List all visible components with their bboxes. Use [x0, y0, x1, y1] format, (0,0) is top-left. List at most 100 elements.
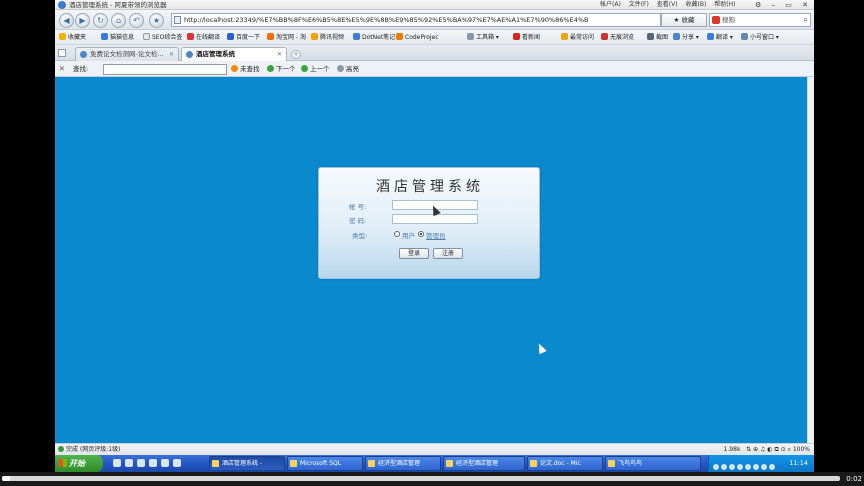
maximize-button[interactable]: ▭ [785, 1, 792, 9]
most-visited-button[interactable]: 最常访问 [561, 30, 594, 45]
login-button[interactable]: 登录 [399, 248, 429, 259]
undo-close-icon[interactable]: ↶ [129, 13, 144, 28]
star-icon[interactable]: ★ [149, 13, 164, 28]
address-bar[interactable]: http://localhost:23349/%E7%BB%8F%E6%B5%8… [171, 13, 661, 27]
share-button[interactable]: 分享 ▾ [673, 30, 699, 45]
tray-icon[interactable] [769, 464, 775, 470]
admin-radio[interactable] [418, 231, 424, 237]
screenshot-button[interactable]: 截图 [647, 30, 668, 45]
translate-icon [707, 33, 714, 40]
register-button[interactable]: 注册 [433, 248, 463, 259]
tab-favicon-icon [186, 51, 193, 58]
tab-paper-check[interactable]: 免费论文检测网-论文检... ✕ [75, 47, 179, 61]
quicklaunch-icon[interactable] [149, 459, 157, 467]
menu-view[interactable]: 查看(V) [657, 1, 678, 8]
navigation-bar: ◀ ▶ ↻ ⌂ ↶ ★ http://localhost:23349/%E7%B… [55, 10, 814, 30]
clock[interactable]: 11:14 [789, 459, 808, 467]
bookmark-item[interactable]: CodeProjec [396, 30, 439, 45]
status-bar: 完成 (网页评级:1级) 1.98k ⇅ ⊕ ♫ ◐ ⧉ ⊙ ⌕ 100% [55, 443, 814, 455]
window-title: 酒店管理系统 - 阿夏带领的浏览器 [69, 1, 167, 9]
new-tab-button[interactable]: + [291, 50, 301, 59]
quicklaunch-icon[interactable] [125, 459, 133, 467]
tray-icon[interactable] [753, 464, 759, 470]
account-label: 帐 号: [349, 203, 367, 211]
zoom-level[interactable]: 100% [793, 446, 810, 453]
sidebar-toggle-icon[interactable] [58, 49, 66, 57]
translate-button[interactable]: 翻译 ▾ [707, 30, 733, 45]
folder-task-icon [446, 460, 453, 467]
search-input[interactable]: 搜狗 ⌕ [709, 13, 811, 27]
bookmark-item[interactable]: DotNet笔记 [353, 30, 395, 45]
word-task-icon [530, 460, 537, 467]
tab-close-icon[interactable]: ✕ [277, 48, 282, 61]
tray-icon[interactable] [745, 464, 751, 470]
windows-logo-icon [59, 459, 67, 467]
password-label: 密 码: [349, 217, 367, 225]
home-icon[interactable]: ⌂ [111, 13, 126, 28]
private-browsing-button[interactable]: 无痕浏览 [601, 30, 634, 45]
bookmark-icon [101, 33, 108, 40]
tray-icon[interactable] [721, 464, 727, 470]
taskbar-item[interactable]: 论文.doc - Mic [527, 456, 603, 471]
user-radio[interactable] [394, 231, 400, 237]
arrow-down-icon [267, 65, 274, 72]
start-button[interactable]: 开始 [55, 455, 103, 472]
toolbox-menu[interactable]: 工具箱 ▾ [467, 30, 499, 45]
tab-hotel-system[interactable]: 酒店管理系统 ✕ [181, 47, 287, 61]
refresh-icon[interactable]: ↻ [93, 13, 108, 28]
bookmark-item[interactable]: 腾讯视频 [311, 30, 344, 45]
settings-icon[interactable]: ⚙ [755, 1, 761, 9]
highlight-button[interactable]: 高亮 [337, 61, 359, 77]
taskbar-item[interactable]: 经济型酒店管理 [443, 456, 525, 471]
quicklaunch-icon[interactable] [161, 459, 169, 467]
chat-task-icon [608, 460, 615, 467]
quicklaunch-icon[interactable] [113, 459, 121, 467]
back-arrow-icon[interactable]: ◀ [59, 13, 74, 28]
minimize-button[interactable]: – [772, 1, 776, 9]
tray-icon[interactable] [737, 464, 743, 470]
bookmark-item[interactable]: 猫猫信息 [101, 30, 134, 45]
quicklaunch-icon[interactable] [137, 459, 145, 467]
bookmark-item[interactable]: 淘宝网 - 淘 [267, 30, 306, 45]
taskbar-item[interactable]: 酒店管理系统 - [209, 456, 285, 471]
vertical-scrollbar[interactable] [807, 77, 814, 443]
bookmark-item[interactable]: 在线翻译 [187, 30, 220, 45]
bookmark-item[interactable]: SEO综合查 [143, 30, 182, 45]
favorite-button[interactable]: ★ 收藏 [661, 13, 707, 27]
bookmark-icon [143, 33, 150, 40]
browser-task-icon [212, 460, 219, 467]
close-button[interactable]: ✕ [802, 1, 808, 9]
close-icon[interactable]: ✕ [59, 61, 65, 77]
find-input[interactable] [103, 64, 227, 75]
taskbar-item[interactable]: Microsoft SQL [287, 456, 363, 471]
progress-track[interactable] [2, 476, 840, 481]
find-prev-button[interactable]: 上一个 [301, 61, 330, 77]
page-content: 酒店管理系统 帐 号: 密 码: 类型: 用户 管理员 登录 注册 [55, 77, 807, 443]
small-window-button[interactable]: 小号窗口 ▾ [741, 30, 779, 45]
forward-arrow-icon[interactable]: ▶ [75, 13, 90, 28]
menu-account[interactable]: 帐户(A) [600, 1, 621, 8]
find-next-button[interactable]: 下一个 [267, 61, 296, 77]
admin-radio-label[interactable]: 管理员 [426, 230, 446, 240]
search-icon[interactable]: ⌕ [804, 14, 808, 26]
menu-favorites[interactable]: 收藏(B) [686, 1, 707, 8]
video-player-bar: 0:02 [0, 472, 864, 486]
quicklaunch-icon[interactable] [173, 459, 181, 467]
mouse-pointer-icon [535, 341, 547, 355]
menu-file[interactable]: 文件(F) [629, 1, 649, 8]
news-button[interactable]: 看新闻 [513, 30, 540, 45]
tray-icon[interactable] [729, 464, 735, 470]
tab-close-icon[interactable]: ✕ [169, 48, 174, 61]
bookmark-favorites[interactable]: 收藏夹 [59, 30, 86, 45]
taskbar-item[interactable]: 经济型酒店管理 [365, 456, 441, 471]
highlighter-icon [337, 65, 344, 72]
favorites-folder-icon [59, 33, 66, 40]
tab-bar: 免费论文检测网-论文检... ✕ 酒店管理系统 ✕ + [55, 45, 814, 61]
tray-icon[interactable] [713, 464, 719, 470]
toolbox-icon [467, 33, 474, 40]
user-radio-label[interactable]: 用户 [402, 230, 415, 240]
menu-help[interactable]: 帮助(H) [714, 1, 735, 8]
tray-icon[interactable] [761, 464, 767, 470]
taskbar-item[interactable]: 飞鸟鸟鸟 [605, 456, 701, 471]
bookmark-item[interactable]: 百度一下 [227, 30, 260, 45]
